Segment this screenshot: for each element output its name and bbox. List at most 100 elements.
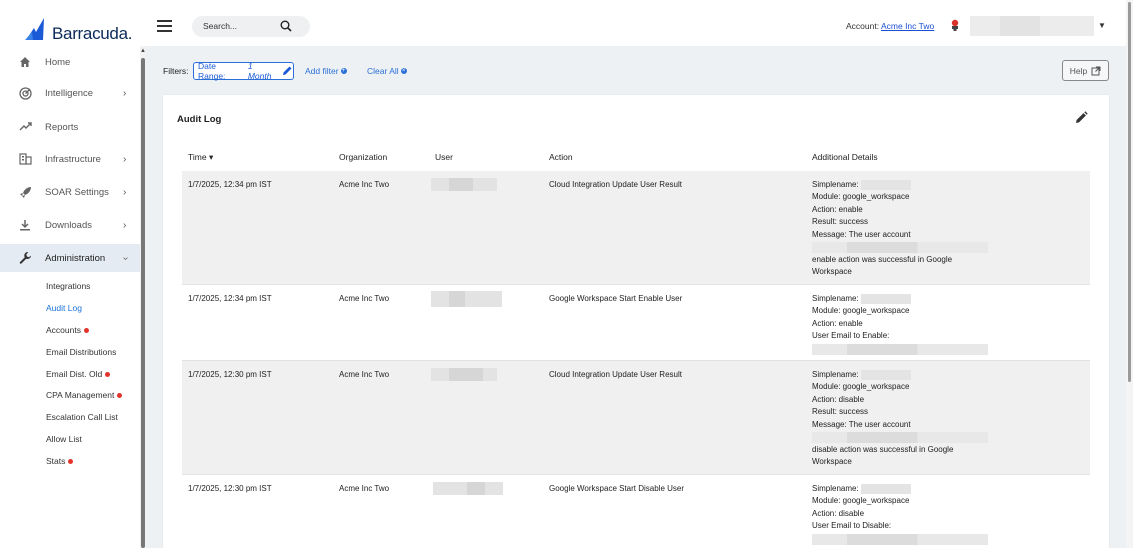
chevron-right-icon: ›: [123, 153, 127, 165]
sidebar-item-label: Administration: [45, 252, 106, 264]
chevron-right-icon: ›: [123, 87, 127, 99]
detail-line: enable action was successful in Google: [812, 255, 953, 265]
subitem-label: Audit Log: [46, 303, 82, 313]
sidebar-subitem-allow-list[interactable]: Allow List: [46, 434, 82, 444]
help-label: Help: [1069, 65, 1088, 76]
page-scrollbar[interactable]: [1126, 0, 1133, 548]
cell-user-redacted: [431, 368, 497, 381]
caret-down-icon[interactable]: ▼: [1098, 21, 1106, 30]
cell-user-redacted: [431, 291, 502, 307]
sidebar-item-infrastructure[interactable]: Infrastructure ›: [0, 145, 140, 173]
subitem-label: CPA Management: [46, 390, 115, 400]
sidebar-item-downloads[interactable]: Downloads ›: [0, 211, 140, 239]
card-title: Audit Log: [177, 114, 222, 125]
sidebar-item-label: Reports: [45, 121, 79, 133]
account-indicator: Account: Acme Inc Two: [846, 21, 934, 31]
sidebar-item-reports[interactable]: Reports: [0, 113, 140, 141]
cell-details: Simplename: Module: google_workspace Act…: [812, 293, 988, 356]
sidebar-item-label: SOAR Settings: [45, 186, 109, 198]
subitem-label: Stats: [46, 456, 66, 466]
sidebar-item-soar-settings[interactable]: SOAR Settings ›: [0, 178, 140, 206]
column-header-action: Action: [549, 152, 573, 162]
column-header-user: User: [435, 152, 453, 162]
add-filter-button[interactable]: Add filter +: [305, 66, 347, 76]
search-placeholder: Search...: [203, 21, 238, 31]
chevron-right-icon: ›: [123, 186, 127, 198]
sidebar-item-home[interactable]: Home: [0, 48, 140, 76]
alert-dot: [117, 392, 123, 398]
account-link[interactable]: Acme Inc Two: [881, 21, 934, 31]
help-button[interactable]: Help: [1062, 60, 1109, 81]
sidebar-subitem-escalation-call-list[interactable]: Escalation Call List: [46, 412, 118, 422]
add-filter-label: Add filter: [305, 66, 339, 76]
cell-organization: Acme Inc Two: [339, 484, 390, 493]
pencil-icon[interactable]: [282, 65, 293, 78]
sidebar-item-label: Home: [45, 56, 71, 68]
header-label: Time: [188, 152, 207, 162]
cell-organization: Acme Inc Two: [339, 370, 390, 379]
subitem-label: Accounts: [46, 325, 81, 335]
sidebar-subitem-email-distributions[interactable]: Email Distributions: [46, 347, 116, 357]
sidebar-subitem-cpa-management[interactable]: CPA Management: [46, 390, 123, 400]
search-icon[interactable]: [280, 20, 292, 34]
sidebar-item-intelligence[interactable]: Intelligence ›: [0, 79, 140, 107]
download-icon: [18, 218, 32, 232]
sidebar-subitem-audit-log[interactable]: Audit Log: [46, 303, 82, 313]
cell-action: Google Workspace Start Disable User: [549, 484, 685, 493]
column-header-additional-details: Additional Details: [812, 152, 878, 162]
clear-all-button[interactable]: Clear All ×: [367, 66, 407, 76]
table-row[interactable]: 1/7/2025, 12:30 pm IST Acme Inc Two Goog…: [182, 475, 1090, 548]
detail-redacted: [812, 432, 988, 444]
cell-details: Simplename: Module: google_workspace Act…: [812, 369, 988, 469]
barracuda-fin-icon: [25, 18, 44, 40]
sidebar-subitem-integrations[interactable]: Integrations: [46, 281, 90, 291]
edit-pencil-icon[interactable]: [1075, 111, 1088, 126]
date-range-label: Date Range:: [198, 61, 226, 81]
detail-line: User Email to Disable:: [812, 521, 892, 531]
notification-badge-icon[interactable]: [950, 19, 960, 34]
detail-line: Module: google_workspace: [812, 306, 910, 316]
filters-label: Filters:: [163, 66, 189, 76]
sidebar-subitem-email-dist-old[interactable]: Email Dist. Old: [46, 369, 111, 379]
detail-redacted: [812, 343, 988, 355]
radar-icon: [18, 86, 32, 100]
trend-icon: [18, 120, 32, 134]
sidebar-item-administration[interactable]: Administration ›: [0, 244, 140, 272]
cell-action: Google Workspace Start Enable User: [549, 294, 683, 303]
sidebar-subitem-accounts[interactable]: Accounts: [46, 325, 89, 335]
detail-line: Module: google_workspace: [812, 382, 910, 392]
cell-time: 1/7/2025, 12:34 pm IST: [188, 294, 272, 303]
date-range-filter-chip[interactable]: Date Range: 1 Month: [193, 61, 294, 81]
cell-user-redacted: [431, 178, 497, 191]
barracuda-logo[interactable]: Barracuda.: [24, 14, 132, 42]
column-header-time[interactable]: Time ▾: [188, 152, 213, 163]
clear-all-label: Clear All: [367, 66, 399, 76]
detail-line: Action: enable: [812, 204, 863, 214]
alert-dot: [105, 371, 111, 377]
user-menu[interactable]: [970, 16, 1094, 36]
detail-line: Simplename:: [812, 370, 859, 379]
cell-details: Simplename: Module: google_workspace Act…: [812, 483, 988, 546]
search-input[interactable]: Search...: [192, 16, 310, 37]
sidebar-item-label: Intelligence: [45, 87, 94, 99]
page-scrollbar-thumb[interactable]: [1128, 2, 1131, 382]
brand-name: Barracuda.: [52, 24, 133, 43]
cell-action: Cloud Integration Update User Result: [549, 370, 682, 379]
cell-time: 1/7/2025, 12:34 pm IST: [188, 180, 272, 189]
cell-organization: Acme Inc Two: [339, 294, 390, 303]
detail-line: Workspace: [812, 267, 852, 277]
table-row[interactable]: 1/7/2025, 12:34 pm IST Acme Inc Two Goog…: [182, 285, 1090, 360]
detail-line: Action: disable: [812, 508, 865, 518]
audit-log-card: Audit Log Time ▾ Organization User Actio…: [163, 95, 1109, 548]
scrollbar-thumb[interactable]: [141, 58, 145, 548]
detail-redacted: [812, 533, 988, 545]
table-row[interactable]: 1/7/2025, 12:30 pm IST Acme Inc Two Clou…: [182, 361, 1090, 474]
hamburger-menu-icon[interactable]: [157, 20, 172, 32]
sidebar-item-label: Downloads: [45, 219, 92, 231]
detail-line: Message: The user account: [812, 229, 911, 239]
cell-organization: Acme Inc Two: [339, 180, 390, 189]
detail-redacted: [812, 242, 988, 254]
detail-line: Workspace: [812, 457, 852, 467]
sidebar-subitem-stats[interactable]: Stats: [46, 456, 74, 466]
table-row[interactable]: 1/7/2025, 12:34 pm IST Acme Inc Two Clou…: [182, 171, 1090, 284]
